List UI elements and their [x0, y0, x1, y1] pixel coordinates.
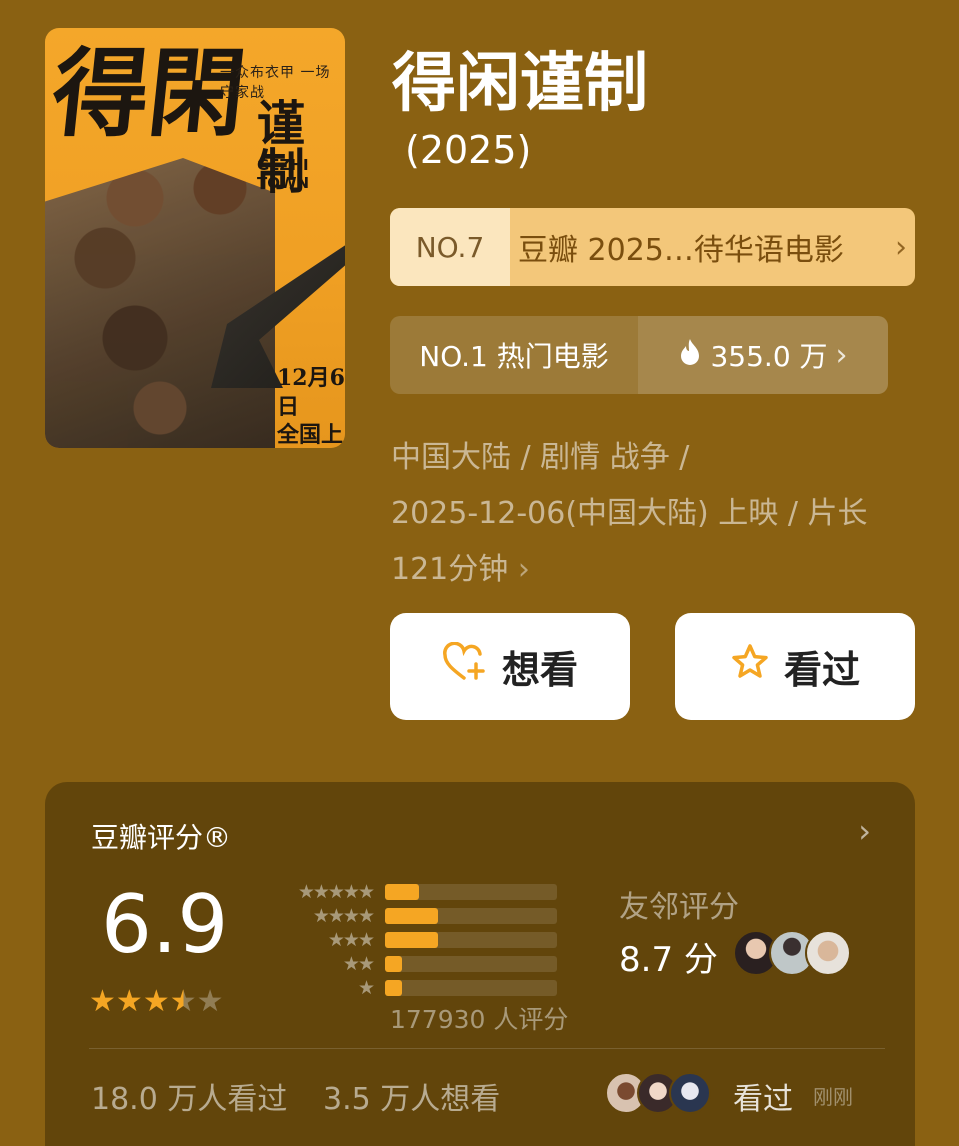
watched-button[interactable]: 看过 — [675, 613, 915, 720]
divider — [89, 1048, 885, 1049]
friends-rating-label: 友邻评分 — [619, 890, 739, 925]
movie-year: (2025) — [405, 128, 532, 172]
poster-release-scope: 全国上映 — [277, 422, 344, 448]
rank-label-wrap: 豆瓣 2025…待华语电影 › — [510, 208, 915, 286]
friends-rating-score: 8.7 分 — [619, 940, 718, 980]
distribution-stars: ★★★★★ — [297, 881, 375, 903]
rating-score: 6.9 — [101, 878, 229, 971]
avatar — [805, 930, 851, 976]
movie-poster[interactable]: 得閑 谨制 一众布衣甲 一场守家战 GEZHI TOWN 12月6日 全国上映 — [45, 28, 345, 448]
heat-index: 355.0 万 › — [638, 316, 888, 394]
distribution-bar — [385, 908, 439, 924]
chevron-right-icon: › — [895, 229, 907, 265]
distribution-track — [385, 908, 557, 924]
meta-duration: 121分钟 — [391, 552, 509, 587]
want-to-watch-button[interactable]: 想看 — [390, 613, 630, 720]
distribution-row: ★★ — [275, 952, 557, 976]
poster-slogan: 一众布衣甲 一场守家战 — [220, 65, 331, 101]
distribution-bar — [385, 932, 439, 948]
recent-action: 看过 — [733, 1082, 793, 1117]
distribution-stars: ★★ — [342, 953, 375, 975]
star-empty-icon: ★ — [196, 984, 224, 1019]
friends-avatars[interactable] — [733, 930, 851, 976]
poster-release: 12月6日 全国上映 — [277, 364, 345, 448]
distribution-stars: ★ — [357, 977, 375, 999]
distribution-stars: ★★★★ — [312, 905, 375, 927]
movie-title: 得闲谨制 — [392, 47, 648, 121]
rating-stars: ★★★★★ — [89, 984, 224, 1019]
rank-number: NO.7 — [390, 208, 510, 286]
chevron-right-icon[interactable]: › — [858, 812, 871, 850]
poster-title-en: GEZHI TOWN — [257, 156, 310, 192]
distribution-bar — [385, 884, 420, 900]
distribution-row: ★★★ — [275, 928, 557, 952]
recent-time: 刚刚 — [813, 1085, 853, 1109]
meta-duration-row: 121分钟 › — [391, 542, 931, 598]
avatar — [669, 1072, 711, 1114]
meta-release-date: 2025-12-06(中国大陆) 上映 / 片长 — [391, 496, 868, 531]
star-half-icon: ★ — [169, 984, 197, 1019]
star-full-icon: ★ — [142, 984, 170, 1019]
want-count[interactable]: 3.5 万人想看 — [323, 1074, 500, 1118]
distribution-row: ★★★★ — [275, 904, 557, 928]
heart-plus-icon — [442, 641, 488, 691]
hot-rank-label: NO.1 热门电影 — [419, 340, 609, 373]
rating-title: 豆瓣评分® — [91, 821, 232, 854]
poster-release-date: 12月6日 — [277, 365, 345, 420]
movie-meta[interactable]: 中国大陆 / 剧情 战争 / 2025-12-06(中国大陆) 上映 / 片长 … — [391, 430, 931, 598]
meta-region-genre: 中国大陆 / 剧情 战争 / — [391, 440, 690, 475]
star-full-icon: ★ — [89, 984, 116, 1019]
rating-count: 177930 人评分 — [390, 1005, 569, 1034]
flame-icon — [678, 338, 702, 373]
rank-banner-douban[interactable]: NO.7 豆瓣 2025…待华语电影 › — [390, 208, 915, 286]
distribution-track — [385, 980, 557, 996]
chevron-right-icon: › — [835, 337, 848, 373]
poster-cast-image — [45, 158, 275, 448]
rank-banner-hot[interactable]: NO.1 热门电影 355.0 万 › — [390, 316, 888, 394]
watched-count[interactable]: 18.0 万人看过 — [91, 1074, 287, 1118]
heat-value: 355.0 万 — [710, 340, 828, 373]
star-full-icon: ★ — [115, 984, 143, 1019]
distribution-bar — [385, 956, 403, 972]
distribution-bar — [385, 980, 403, 996]
star-outline-icon — [730, 642, 770, 691]
chevron-right-icon: › — [517, 552, 530, 587]
distribution-track — [385, 956, 557, 972]
rating-distribution: ★★★★★ ★★★★ ★★★ ★★ ★ — [275, 880, 557, 1000]
rating-card[interactable]: 豆瓣评分® › 6.9 ★★★★★ ★★★★★ ★★★★ ★★★ ★★ ★ 177930… — [45, 782, 915, 1146]
recent-avatars[interactable] — [605, 1072, 711, 1114]
want-label: 想看 — [501, 648, 578, 692]
distribution-row: ★ — [275, 976, 557, 1000]
rank-label: 豆瓣 2025…待华语电影 — [518, 233, 844, 268]
distribution-stars: ★★★ — [327, 929, 375, 951]
seen-label: 看过 — [783, 648, 860, 692]
distribution-row: ★★★★★ — [275, 880, 557, 904]
distribution-track — [385, 884, 557, 900]
distribution-track — [385, 932, 557, 948]
